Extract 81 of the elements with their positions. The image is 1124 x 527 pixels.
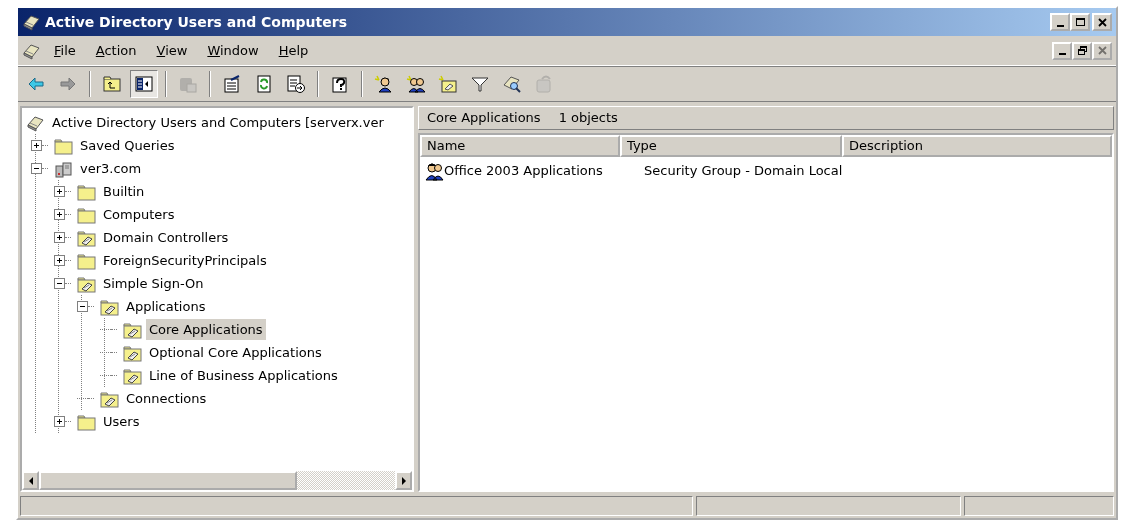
scroll-right-button[interactable] [395,471,412,490]
tree-item[interactable]: Applications [123,295,209,318]
maximize-icon [1074,16,1086,28]
restore-icon [1076,45,1088,56]
tree-item[interactable]: Active Directory Users and Computers [serverx.ver [49,111,387,134]
folder-icon [77,274,97,293]
scroll-thumb[interactable] [39,471,297,490]
column-header[interactable]: Description [842,135,1112,157]
tree-item[interactable]: ver3.com [77,157,145,180]
expander-icon[interactable] [31,163,42,174]
new-group-icon [406,74,426,94]
menu-item[interactable]: View [148,38,196,63]
folder-icon [77,205,97,224]
folder-icon [77,251,97,270]
tree-item[interactable]: Simple Sign-On [100,272,207,295]
expander-icon[interactable] [54,278,65,289]
column-header[interactable]: Name [420,135,620,157]
app-icon [22,13,40,31]
snapin-icon [26,113,46,132]
menu-item[interactable]: File [46,38,84,63]
minimize-icon [1058,53,1066,55]
tree-item[interactable]: Optional Core Applications [146,341,325,364]
tree-item[interactable]: Builtin [100,180,148,203]
show-tree-button[interactable] [130,70,158,98]
expander-icon[interactable] [77,301,88,312]
expander-icon[interactable] [31,140,42,151]
server-icon [54,159,74,178]
tree-item[interactable]: Core Applications [146,318,266,341]
export-list-icon [286,74,306,94]
expander-icon[interactable] [54,255,65,266]
maximize-button[interactable] [1070,13,1090,31]
right-arrow-icon [400,476,407,485]
tree-item[interactable]: Users [100,410,143,433]
close-button[interactable] [1092,13,1112,31]
minimize-icon [1056,24,1064,27]
tree-item[interactable]: ForeignSecurityPrincipals [100,249,270,272]
tree-item[interactable]: Computers [100,203,178,226]
console-icon[interactable] [22,41,42,60]
expander-icon[interactable] [54,416,65,427]
folder-icon [123,343,143,362]
folder-icon [123,320,143,339]
folder-icon [123,366,143,385]
new-user-icon [374,74,394,94]
show-tree-icon [134,74,154,94]
tree-item[interactable]: Saved Queries [77,134,178,157]
column-header[interactable]: Type [620,135,842,157]
restore-button[interactable] [1072,41,1092,60]
tree-item[interactable]: Domain Controllers [100,226,232,249]
scroll-left-button[interactable] [22,471,39,490]
menu-item[interactable]: Help [270,38,317,63]
window-title: Active Directory Users and Computers [45,12,347,32]
list-item[interactable]: Office 2003 Applications [444,161,640,181]
find-icon [502,74,522,94]
tree-item[interactable]: Line of Business Applications [146,364,341,387]
folder-icon [77,412,97,431]
filter-icon [470,74,490,94]
folder-icon [100,297,120,316]
folder-icon [77,182,97,201]
minimize-button[interactable] [1052,41,1072,60]
help-icon [330,74,350,94]
object-count: 1 objects [558,109,618,128]
close-icon [1096,45,1108,56]
expander-icon[interactable] [54,186,65,197]
close-icon [1096,16,1108,28]
new-ou-icon [438,74,458,94]
up-folder-icon [102,74,122,94]
table-cell-text: Security Group - Domain Local [644,162,843,181]
left-arrow-icon [27,476,34,485]
folder-icon [77,228,97,247]
folder-icon [100,389,120,408]
container-title: Core Applications [427,109,541,128]
tree-item[interactable]: Connections [123,387,210,410]
expander-icon[interactable] [54,232,65,243]
refresh-icon [254,74,274,94]
minimize-button[interactable] [1050,13,1070,31]
properties-icon [222,74,242,94]
folder-icon [54,136,74,155]
expander-icon[interactable] [54,209,65,220]
menu-item[interactable]: Window [199,38,267,63]
group-icon [424,161,444,181]
menu-item[interactable]: Action [87,38,145,63]
